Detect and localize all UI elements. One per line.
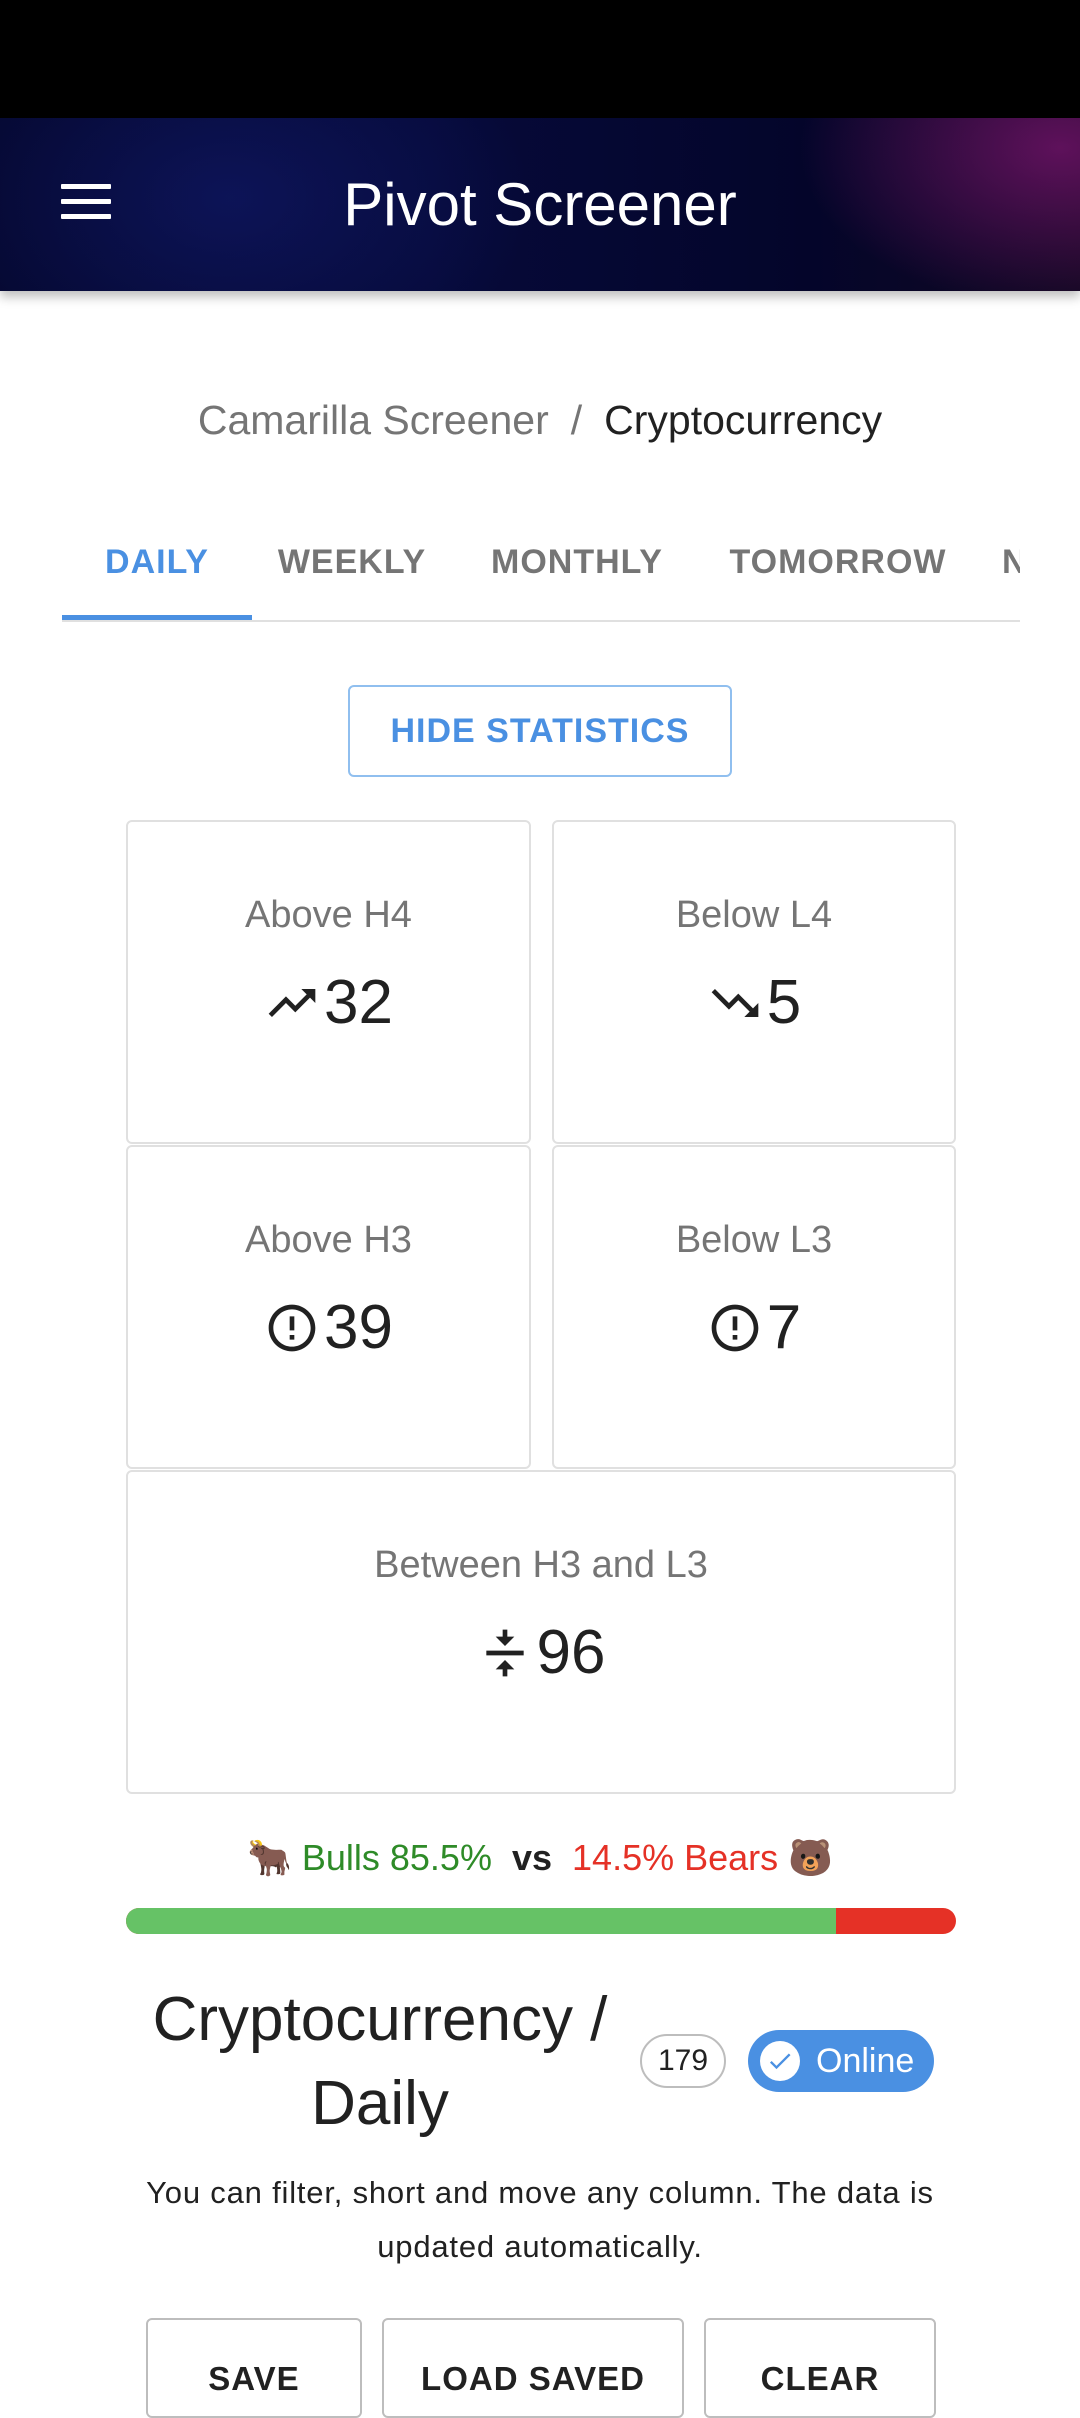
trending-down-icon — [711, 989, 759, 1017]
stat-value-row: 96 — [128, 1618, 954, 1688]
load-saved-button[interactable]: LOAD SAVED — [382, 2318, 684, 2418]
stat-value: 7 — [766, 1293, 802, 1362]
tab-weekly[interactable]: WEEKLY — [252, 508, 452, 618]
bull-emoji: 🐂 — [247, 1837, 292, 1878]
stat-label: Above H3 — [245, 1219, 412, 1261]
stat-value: 96 — [536, 1618, 606, 1687]
tab-active-indicator — [62, 615, 252, 620]
stat-label: Below L4 — [675, 894, 833, 936]
stat-card-below-l3: Below L3 7 — [552, 1145, 956, 1469]
stat-value: 39 — [324, 1293, 393, 1362]
sentiment-progress-bar — [126, 1908, 956, 1934]
stat-label: Between H3 and L3 — [374, 1544, 708, 1586]
stat-card-between-h3-l3: Between H3 and L3 96 — [126, 1470, 956, 1794]
save-button[interactable]: SAVE — [146, 2318, 362, 2418]
hide-statistics-button[interactable]: HIDE STATISTICS — [348, 685, 732, 777]
help-text: You can filter, short and move any colum… — [146, 2175, 934, 2264]
section-title: Cryptocurrency / Daily — [152, 1985, 608, 2138]
bull-progress-fill — [126, 1908, 836, 1934]
compress-icon — [485, 1629, 524, 1677]
app-bar: Pivot Screener — [0, 118, 1080, 291]
sentiment-ratio: 🐂 Bulls 85.5% vs 14.5% Bears 🐻 — [0, 1832, 1080, 1884]
row-count-badge: 179 — [640, 2034, 726, 2088]
clear-button[interactable]: CLEAR — [704, 2318, 936, 2418]
stat-card-above-h3: Above H3 39 — [126, 1145, 531, 1469]
bear-emoji: 🐻 — [788, 1837, 833, 1878]
check-circle-icon — [760, 2041, 800, 2081]
breadcrumb-separator: / — [570, 397, 583, 443]
vs-text: vs — [511, 1837, 553, 1878]
stat-value: 5 — [766, 968, 802, 1037]
breadcrumb: Camarilla Screener / Cryptocurrency — [0, 392, 1080, 448]
status-bar — [0, 0, 1080, 118]
alert-circle-icon — [268, 1304, 316, 1352]
stat-value-row: 5 — [554, 968, 954, 1038]
online-status-label: Online — [816, 2041, 915, 2080]
stat-value-row: 32 — [128, 968, 529, 1038]
bulls-text: Bulls 85.5% — [301, 1837, 492, 1878]
stat-label: Above H4 — [245, 894, 412, 936]
tab-daily[interactable]: DAILY — [62, 508, 252, 618]
breadcrumb-current: Cryptocurrency — [604, 397, 883, 443]
tab-next[interactable]: N — [1002, 508, 1020, 618]
app-title: Pivot Screener — [343, 171, 737, 238]
trending-up-icon — [268, 989, 316, 1017]
tab-monthly[interactable]: MONTHLY — [464, 508, 690, 618]
alert-circle-icon — [711, 1304, 759, 1352]
tab-tomorrow[interactable]: TOMORROW — [708, 508, 968, 618]
stat-value: 32 — [324, 968, 393, 1037]
online-status-chip: Online — [748, 2030, 934, 2092]
stat-value-row: 39 — [128, 1293, 529, 1363]
stat-label: Below L3 — [675, 1219, 833, 1261]
bears-text: 14.5% Bears — [572, 1837, 779, 1878]
stat-value-row: 7 — [554, 1293, 954, 1363]
stat-card-below-l4: Below L4 5 — [552, 820, 956, 1144]
breadcrumb-parent-link[interactable]: Camarilla Screener — [198, 397, 549, 443]
period-tabs: DAILY WEEKLY MONTHLY TOMORROW N — [62, 508, 1020, 622]
stat-card-above-h4: Above H4 32 — [126, 820, 531, 1144]
